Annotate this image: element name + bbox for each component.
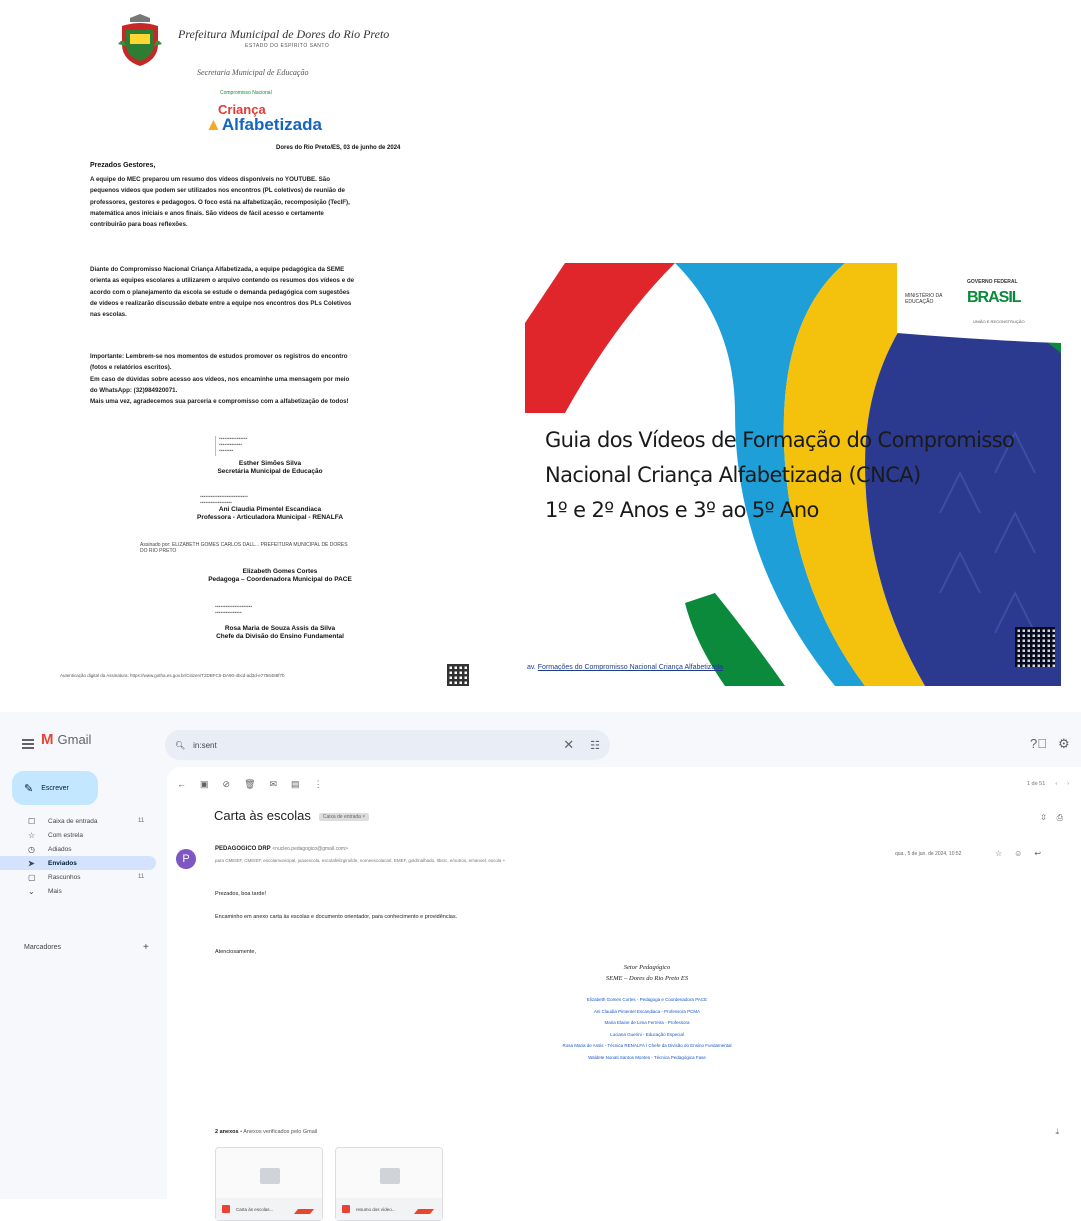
cnca-logo-small: Compromisso Nacional: [220, 90, 272, 96]
sidebar-item-sent[interactable]: ➤ Enviados: [0, 856, 156, 870]
sidebar-item-starred[interactable]: ☆ Com estrela: [0, 828, 156, 842]
letter-paragraph-3: Importante: Lembrem-se nos momentos de e…: [90, 353, 350, 406]
letter-document: Prefeitura Municipal de Dores do Rio Pre…: [0, 0, 520, 700]
report-spam-icon[interactable]: ⊘: [223, 779, 231, 790]
sender-avatar[interactable]: P: [176, 849, 196, 869]
elizabeth-signature-stamp: Assinado por: ELIZABETH GOMES CARLOS DAL…: [140, 542, 348, 554]
cnca-logo-alfabetizada: ▲Alfabetizada: [205, 115, 322, 134]
file-thumbnail-icon: [260, 1168, 280, 1184]
gmail-logo[interactable]: M Gmail: [41, 731, 91, 748]
emoji-react-icon[interactable]: ☺: [1014, 849, 1022, 858]
pdf-icon: [342, 1205, 350, 1213]
message-toolbar: ← ▣ ⊘ 🗑︎ ✉ ▤ ⋮: [177, 779, 323, 790]
expand-icon[interactable]: ⇳: [1040, 813, 1047, 822]
letter-date: Dores do Rio Preto/ES, 03 de junho de 20…: [276, 145, 401, 151]
prev-page-icon[interactable]: ‹: [1055, 781, 1057, 787]
send-icon: ➤: [28, 858, 35, 868]
slide-qr-code-icon: [1015, 627, 1055, 667]
pagination: 1 de 51 ‹ ›: [1026, 781, 1069, 787]
email-signature: Setor Pedagógico SEME – Dores do Rio Pre…: [562, 964, 732, 1060]
ministry-label: MINISTÉRIO DA EDUCAÇÃO: [905, 293, 943, 305]
recipients-line[interactable]: para CMEIEF, CMEIEF, escolamunicipal, jo…: [215, 858, 815, 863]
message-closing: Atenciosamente,: [215, 949, 256, 955]
slide-title: Guia dos Vídeos de Formação do Compromis…: [545, 428, 1015, 522]
message-body: Encaminho em anexo carta às escolas e do…: [215, 914, 458, 920]
file-thumbnail-icon: [380, 1168, 400, 1184]
sender-name[interactable]: PEDAGOGICO DRP <nucleo.pedagogico@gmail.…: [215, 846, 348, 852]
brasil-logo: BRASIL: [967, 289, 1022, 306]
chevron-down-icon: ⌄: [28, 886, 35, 896]
next-page-icon[interactable]: ›: [1067, 781, 1069, 787]
search-input[interactable]: in:sent: [193, 741, 217, 750]
message-panel: ← ▣ ⊘ 🗑︎ ✉ ▤ ⋮ 1 de 51 ‹ › Carta às esco…: [167, 767, 1081, 1221]
delete-icon[interactable]: 🗑︎: [244, 779, 255, 790]
inbox-label-chip[interactable]: Caixa de entrada ×: [318, 812, 370, 821]
sidebar-item-inbox[interactable]: ☐ Caixa de entrada 11: [0, 814, 156, 828]
signature-block-3: Elizabeth Gomes Cortes Pedagoga – Coorde…: [208, 568, 352, 583]
clock-icon: ◷: [28, 844, 35, 854]
message-subject: Carta às escolas Caixa de entrada ×: [214, 808, 370, 823]
brasil-logo-subtitle: UNIÃO E RECONSTRUÇÃO: [973, 319, 1025, 324]
settings-icon[interactable]: ⚙: [1058, 736, 1070, 752]
digital-signature-stamp: ▪▪▪▪▪▪▪▪▪▪▪▪▪▪▪▪▪▪▪▪▪▪▪▪▪▪▪ ▪▪▪▪▪▪▪▪▪▪▪▪▪…: [200, 494, 248, 506]
signature-block-1: Esther Simões Silva Secretária Municipal…: [217, 460, 323, 475]
signature-block-4: Rosa Maria de Souza Assis da Silva Chefe…: [216, 625, 344, 640]
pencil-icon: ✎: [24, 782, 34, 795]
back-arrow-icon[interactable]: ←: [177, 779, 186, 790]
slide-link[interactable]: av. Formações do Compromisso Nacional Cr…: [527, 664, 723, 671]
gmail-window: M Gmail 🔍︎ in:sent ✕ ☷ ?⃝ ⚙ ✎ Escrever ☐ C…: [0, 712, 1081, 1221]
help-icon[interactable]: ?⃝: [1030, 736, 1047, 751]
archive-icon[interactable]: ▣: [200, 779, 209, 790]
move-to-icon[interactable]: ▤: [291, 779, 300, 790]
guide-cover-slide: GOVERNO FEDERAL MINISTÉRIO DA EDUCAÇÃO B…: [525, 263, 1061, 686]
add-label-icon[interactable]: +: [143, 942, 149, 953]
message-date: qua., 5 de jun. de 2024, 10:52: [895, 851, 962, 857]
digital-signature-stamp: ▪▪▪▪▪▪▪▪▪▪▪▪▪▪▪▪▪▪▪▪▪ ▪▪▪▪▪▪▪▪▪▪▪▪▪▪▪: [215, 604, 253, 616]
compose-button[interactable]: ✎ Escrever: [12, 771, 98, 805]
star-icon[interactable]: ☆: [995, 849, 1002, 858]
letter-paragraph-2: Diante do Compromisso Nacional Criança A…: [90, 266, 355, 319]
sidebar-nav: ☐ Caixa de entrada 11 ☆ Com estrela ◷ Adiado…: [0, 814, 160, 898]
pdf-icon: [222, 1205, 230, 1213]
letter-paragraph-1: A equipe do MEC preparou um resumo dos v…: [90, 176, 350, 229]
attachments-header: 2 anexos • Anexos verificados pelo Gmail: [215, 1129, 318, 1135]
message-actions: ☆ ☺ ↩: [995, 849, 1041, 858]
search-icon[interactable]: 🔍︎: [175, 741, 185, 750]
letter-header-title: Prefeitura Municipal de Dores do Rio Pre…: [178, 27, 390, 41]
attachment-card-2[interactable]: resumo dos vídeo...: [335, 1147, 443, 1221]
letter-qr-code-icon: [447, 664, 469, 686]
sidebar-item-more[interactable]: ⌄ Mais: [0, 884, 156, 898]
digital-signature-stamp: ▪▪▪▪▪▪▪▪▪▪▪▪▪▪▪▪ ▪▪▪▪▪▪▪▪▪▪▪▪▪ ▪▪▪▪▪▪▪▪: [215, 436, 295, 456]
letter-greeting: Prezados Gestores,: [90, 162, 156, 169]
gov-federal-label: GOVERNO FEDERAL: [967, 279, 1018, 285]
mark-unread-icon[interactable]: ✉: [270, 779, 278, 790]
search-options-icon[interactable]: ☷: [590, 739, 600, 752]
letter-header-state: ESTADO DO ESPÍRITO SANTO: [245, 43, 330, 49]
clear-search-icon[interactable]: ✕: [563, 737, 574, 753]
sidebar-item-snoozed[interactable]: ◷ Adiados: [0, 842, 156, 856]
attachment-card-1[interactable]: Carta às escolas...: [215, 1147, 323, 1221]
sidebar-item-drafts[interactable]: ▢ Rascunhos 11: [0, 870, 156, 884]
draft-icon: ▢: [28, 872, 36, 882]
letter-secretariat: Secretaria Municipal de Educação: [197, 68, 309, 77]
signature-block-2: Ani Claudia Pimentel Escandiaca Professo…: [196, 506, 344, 521]
main-menu-icon[interactable]: [22, 739, 34, 749]
message-greeting: Prezados, boa tarde!: [215, 891, 267, 897]
inbox-icon: ☐: [28, 816, 36, 826]
download-all-icon[interactable]: ⤓: [1055, 1127, 1059, 1137]
reply-icon[interactable]: ↩: [1034, 849, 1041, 858]
print-icon[interactable]: ⎙: [1057, 813, 1063, 823]
labels-heading: Marcadores: [24, 944, 61, 951]
search-bar[interactable]: 🔍︎ in:sent ✕ ☷: [165, 730, 610, 760]
star-icon: ☆: [28, 830, 36, 840]
municipal-coat-of-arms-icon: [118, 14, 162, 66]
more-options-icon[interactable]: ⋮: [314, 779, 323, 790]
letter-footer: Autenticação digital da Assinatura: http…: [60, 673, 285, 678]
